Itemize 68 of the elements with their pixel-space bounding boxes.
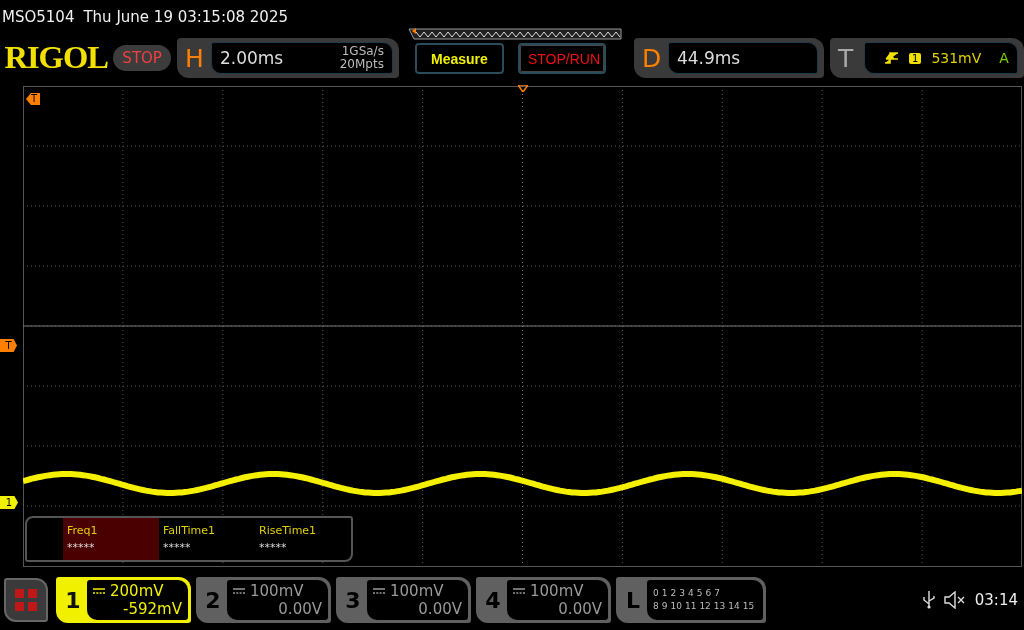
trigger-source-badge: 1 (909, 52, 922, 64)
channel-scale: 100mV (390, 582, 444, 600)
menu-button[interactable] (4, 578, 48, 622)
run-state-indicator: STOP (113, 45, 171, 71)
logic-bit: 10 (670, 600, 682, 613)
channel-number: 3 (344, 587, 362, 613)
usb-icon (922, 591, 935, 609)
logic-bit: 0 (653, 587, 659, 600)
logic-bit: 6 (705, 587, 712, 600)
channel-offset: 0.00V (558, 600, 602, 618)
channel-scale: 100mV (250, 582, 304, 600)
dc-coupling-icon (513, 588, 525, 594)
channel-number: 2 (204, 587, 222, 613)
logic-bit: 11 (684, 600, 697, 613)
delay-panel[interactable]: D 44.9ms (633, 38, 824, 78)
memory-depth: 20Mpts (339, 58, 384, 71)
trigger-panel[interactable]: T 1 531mV A (829, 38, 1024, 78)
logic-bit: 12 (699, 600, 711, 613)
channel-scale: 100mV (530, 582, 584, 600)
delay-value: 44.9ms (676, 48, 741, 68)
dc-coupling-icon (233, 588, 245, 594)
logic-panel[interactable]: L 0 1 2 3 4 5 6 7 8 9 10 11 12 13 14 15 (616, 577, 766, 623)
horizontal-panel[interactable]: H 2.00ms 1GSa/s 20Mpts (176, 38, 399, 78)
timebase-value: 2.00ms (219, 48, 284, 68)
logic-bit: 7 (714, 587, 720, 600)
muted-speaker-icon (943, 591, 966, 609)
logic-bit: 15 (742, 600, 755, 613)
logic-label: L (625, 587, 641, 613)
channel-panel[interactable]: 4 100mV 0.00V (476, 577, 611, 623)
channel-offset: 0.00V (418, 600, 462, 618)
logic-bit: 14 (728, 600, 740, 613)
channel-offset: 0.00V (278, 600, 322, 618)
channel-scale: 200mV (110, 582, 164, 600)
channel-panel[interactable]: 3 100mV 0.00V (336, 577, 471, 623)
horizontal-label: H (184, 43, 205, 73)
channel-number: 1 (64, 587, 82, 613)
logic-bit: 2 (670, 587, 677, 600)
measure-button[interactable]: Measure (414, 43, 504, 74)
channel-panel[interactable]: 1 200mV -592mV (56, 577, 191, 623)
logic-bit: 13 (713, 600, 726, 613)
trigger-position-icon (518, 85, 528, 92)
logic-bit: 9 (661, 600, 668, 613)
trigger-mode: A (999, 50, 1009, 66)
measurement-item[interactable]: RiseTime1 ***** (255, 518, 351, 560)
date-time: Thu June 19 03:15:08 2025 (83, 7, 288, 26)
grid-menu-icon (15, 589, 37, 611)
measurement-item[interactable]: FallTime1 ***** (159, 518, 255, 560)
dc-coupling-icon (93, 588, 105, 594)
stop-run-button[interactable]: STOP/RUN (517, 43, 606, 74)
logic-bit: 3 (679, 587, 685, 600)
channel-offset-marker[interactable]: 1 (0, 496, 18, 509)
clock-time: 03:14 (974, 591, 1018, 609)
logic-bit: 8 (653, 600, 659, 613)
dc-coupling-icon (373, 588, 385, 594)
channel-offset: -592mV (123, 600, 182, 618)
delay-label: D (641, 43, 662, 73)
logo: RIGOL (4, 40, 108, 76)
measurement-item[interactable]: Freq1 ***** (63, 518, 159, 560)
channel-number: 4 (484, 587, 502, 613)
trigger-label: T (837, 43, 855, 73)
model-name: MSO5104 (2, 7, 75, 26)
trigger-level-marker[interactable]: T (0, 339, 17, 352)
sample-rate: 1GSa/s (341, 45, 384, 58)
logic-bit: 4 (687, 587, 694, 600)
channel-panel[interactable]: 2 100mV 0.00V (196, 577, 331, 623)
trigger-level: 531mV (931, 50, 982, 66)
logic-bit: 1 (661, 587, 668, 600)
logic-bit: 5 (696, 587, 703, 600)
